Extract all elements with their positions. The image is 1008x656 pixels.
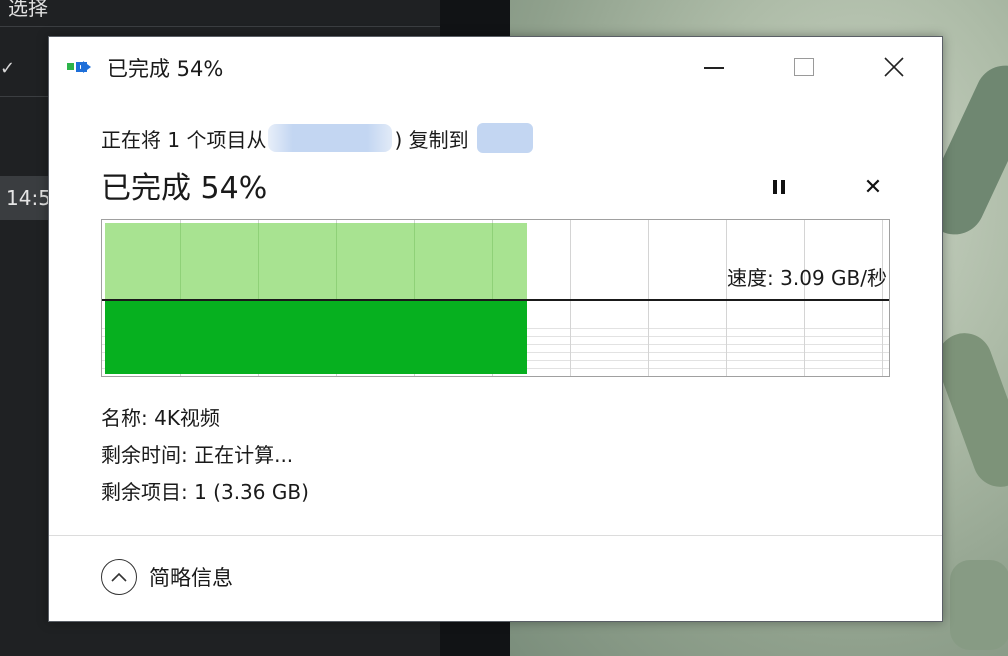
- close-button[interactable]: [849, 37, 939, 97]
- progress-status: 已完成 54%: [101, 171, 268, 206]
- graph-gridline: [726, 220, 727, 376]
- description-prefix: 正在将 1 个项目从: [101, 127, 267, 152]
- close-icon: [884, 57, 904, 77]
- source-folder-link[interactable]: [268, 124, 393, 152]
- less-details-label[interactable]: 简略信息: [149, 562, 233, 592]
- speed-label: 速度: 3.09 GB/秒: [727, 266, 887, 290]
- background-time-text: 14:5: [6, 186, 51, 210]
- minimize-button[interactable]: [669, 37, 759, 97]
- copy-progress-dialog: 已完成 54% 正在将 1 个项目从 ) 复制到 已完成 54% ✕ 速度: 3…: [48, 36, 943, 622]
- check-icon: ✓: [0, 58, 16, 79]
- divider: [0, 26, 440, 27]
- time-remaining-label: 剩余时间: 正在计算...: [101, 443, 294, 467]
- speed-line: [102, 299, 889, 301]
- graph-gridline: [804, 220, 805, 376]
- graph-gridline: [648, 220, 649, 376]
- footer-divider: [49, 535, 942, 536]
- destination-folder-link[interactable]: [476, 123, 533, 153]
- background-top-label: 选择: [8, 0, 48, 20]
- less-details-toggle[interactable]: 简略信息: [101, 559, 233, 595]
- progress-fill: [105, 301, 527, 374]
- graph-gridline: [414, 223, 415, 299]
- file-name-label: 名称: 4K视频: [101, 406, 220, 430]
- graph-gridline: [492, 223, 493, 299]
- photo-shape: [950, 560, 1008, 650]
- description-mid: ) 复制到: [394, 127, 469, 152]
- graph-gridline: [258, 223, 259, 299]
- copy-description: 正在将 1 个项目从 ) 复制到: [101, 123, 533, 153]
- minimize-icon: [704, 67, 724, 69]
- graph-gridline: [882, 220, 883, 376]
- cancel-copy-button[interactable]: ✕: [855, 169, 891, 205]
- maximize-button[interactable]: [759, 37, 849, 97]
- title-bar[interactable]: 已完成 54%: [49, 37, 942, 97]
- items-remaining-label: 剩余项目: 1 (3.36 GB): [101, 480, 309, 504]
- pause-icon: [771, 180, 787, 194]
- pause-button[interactable]: [761, 169, 797, 205]
- transfer-speed-graph: 速度: 3.09 GB/秒: [101, 219, 890, 377]
- file-copy-icon: [67, 61, 91, 73]
- graph-gridline: [570, 220, 571, 376]
- maximize-icon: [794, 58, 814, 76]
- close-icon: ✕: [863, 174, 883, 200]
- graph-gridline: [336, 223, 337, 299]
- window-title: 已完成 54%: [107, 57, 224, 81]
- graph-gridline: [180, 223, 181, 299]
- speed-history-area: [105, 223, 527, 299]
- chevron-up-icon[interactable]: [101, 559, 137, 595]
